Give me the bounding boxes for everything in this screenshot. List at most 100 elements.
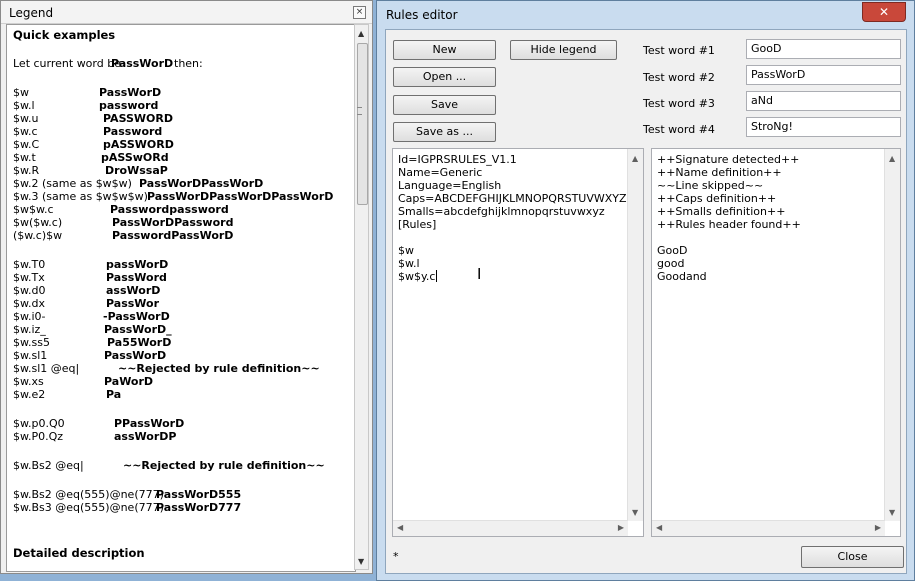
output-line: Goodand (657, 270, 707, 283)
open-button[interactable]: Open ... (393, 67, 496, 87)
close-button[interactable]: Close (801, 546, 904, 568)
close-icon[interactable]: × (353, 6, 366, 19)
save-as-button[interactable]: Save as ... (393, 122, 496, 142)
legend-result: PassWorD555 (156, 488, 242, 501)
output-line: ++Rules header found++ (657, 218, 801, 231)
legend-result: PassWorD777 (156, 501, 242, 514)
test-word-input[interactable]: StroNg! (746, 117, 901, 137)
legend-rule: $w.i0- (13, 310, 46, 323)
legend-result: pASSWORD (103, 138, 174, 151)
scroll-right-icon[interactable]: ▶ (618, 523, 624, 532)
legend-scrollbar[interactable]: ▲ ▼ (354, 24, 369, 570)
output-line: ++Smalls definition++ (657, 205, 786, 218)
editor-line: Caps=ABCDEFGHIJKLMNOPQRSTUVWXYZ (398, 192, 627, 205)
legend-result: Pa (106, 388, 122, 401)
scroll-left-icon[interactable]: ◀ (397, 523, 403, 532)
save-button[interactable]: Save (393, 95, 496, 115)
legend-rule: $w.p0.Q0 (13, 417, 65, 430)
scroll-right-icon[interactable]: ▶ (875, 523, 881, 532)
editor-line: $w (398, 244, 414, 257)
legend-rule: $w.e2 (13, 388, 46, 401)
window-close-icon[interactable]: ✕ (862, 2, 906, 22)
legend-result: PasswordPassWorD (112, 229, 234, 242)
legend-result: passWorD (106, 258, 169, 271)
legend-rule: ($w.c)$w (13, 229, 63, 242)
text-caret (436, 270, 437, 282)
legend-titlebar: Legend × (1, 1, 372, 24)
rules-output-pane[interactable]: ++Signature detected++ ++Name definition… (651, 148, 901, 537)
scroll-down-icon[interactable]: ▼ (358, 557, 364, 566)
output-line: ++Caps definition++ (657, 192, 777, 205)
scroll-up-icon[interactable]: ▲ (889, 154, 895, 163)
test-word-input[interactable]: aNd (746, 91, 901, 111)
modified-indicator: * (393, 550, 399, 563)
legend-rule: $w.Bs2 @eq| (13, 459, 84, 472)
test-word-label: Test word #1 (643, 44, 715, 57)
editor-line: Name=Generic (398, 166, 483, 179)
legend-rule: $w.iz_ (13, 323, 46, 336)
legend-rule: $w.2 (same as $w$w) (13, 177, 132, 190)
rules-editor-window: Rules editor ✕ New Hide legend Open ... … (376, 0, 915, 581)
legend-rule: $w($w.c) (13, 216, 63, 229)
test-word-input[interactable]: GooD (746, 39, 901, 59)
legend-rule: $w (13, 86, 29, 99)
hide-legend-button[interactable]: Hide legend (510, 40, 617, 60)
legend-result: PassWord (106, 271, 167, 284)
rules-client-area: New Hide legend Open ... Save Save as ..… (385, 29, 907, 574)
legend-rule: $w.l (13, 99, 35, 112)
scroll-up-icon[interactable]: ▲ (632, 154, 638, 163)
legend-rule: $w.P0.Qz (13, 430, 64, 443)
scroll-left-icon[interactable]: ◀ (656, 523, 662, 532)
output-line: good (657, 257, 685, 270)
legend-rule: $w.Tx (13, 271, 45, 284)
legend-window: Legend × Quick examples Let current word… (0, 0, 373, 574)
scrollbar-thumb[interactable] (357, 43, 368, 205)
legend-rule: $w.T0 (13, 258, 46, 271)
legend-rule: $w.u (13, 112, 39, 125)
editor-line: Language=English (398, 179, 502, 192)
legend-detail-heading: Detailed description (13, 546, 145, 560)
legend-result: Passwordpassword (110, 203, 229, 216)
output-horizontal-scrollbar[interactable]: ◀ ▶ (652, 520, 885, 536)
legend-rule: $w.3 (same as $w$w$w) (13, 190, 148, 203)
legend-rule: $w$w.c (13, 203, 54, 216)
scroll-down-icon[interactable]: ▼ (889, 508, 895, 517)
output-line: GooD (657, 244, 688, 257)
legend-result: Pa55WorD (107, 336, 172, 349)
legend-rule: $w.sl1 @eq| (13, 362, 80, 375)
test-word-input[interactable]: PassWorD (746, 65, 901, 85)
legend-intro-suffix: then: (174, 57, 203, 70)
editor-vertical-scrollbar[interactable]: ▲ ▼ (627, 149, 643, 521)
scroll-down-icon[interactable]: ▼ (632, 508, 638, 517)
legend-result: assWorD (106, 284, 161, 297)
output-line: ++Name definition++ (657, 166, 782, 179)
output-line: ++Signature detected++ (657, 153, 800, 166)
editor-line: $w.l (398, 257, 420, 270)
legend-rule: $w.c (13, 125, 38, 138)
new-button[interactable]: New (393, 40, 496, 60)
legend-result: PASSWORD (103, 112, 174, 125)
output-vertical-scrollbar[interactable]: ▲ ▼ (884, 149, 900, 521)
legend-rule: $w.sl1 (13, 349, 48, 362)
editor-line: $w$y.c (398, 270, 436, 283)
editor-horizontal-scrollbar[interactable]: ◀ ▶ (393, 520, 628, 536)
scroll-up-icon[interactable]: ▲ (358, 29, 364, 38)
legend-result: pASSwORd (101, 151, 169, 164)
legend-result: PassWorDPassWorDPassWorD (147, 190, 334, 203)
legend-title: Legend (9, 6, 54, 20)
rules-text-editor[interactable]: Id=IGPRSRULES_V1.1 Name=Generic Language… (392, 148, 644, 537)
legend-intro-word: PassWorD (111, 57, 174, 70)
test-word-label: Test word #3 (643, 97, 715, 110)
rules-titlebar: Rules editor ✕ (377, 1, 914, 29)
legend-rule: $w.Bs3 @eq(555)@ne(777) (13, 501, 164, 514)
legend-result: PassWorD (99, 86, 162, 99)
text-cursor-icon: I (477, 265, 482, 283)
legend-result: PaWorD (104, 375, 154, 388)
test-word-label: Test word #2 (643, 71, 715, 84)
output-line: ~~Line skipped~~ (657, 179, 764, 192)
legend-result: DroWssaP (105, 164, 168, 177)
legend-result: ~~Rejected by rule definition~~ (118, 362, 320, 375)
legend-rule: $w.R (13, 164, 40, 177)
legend-result: assWorDP (114, 430, 177, 443)
legend-result: PassWor (106, 297, 160, 310)
